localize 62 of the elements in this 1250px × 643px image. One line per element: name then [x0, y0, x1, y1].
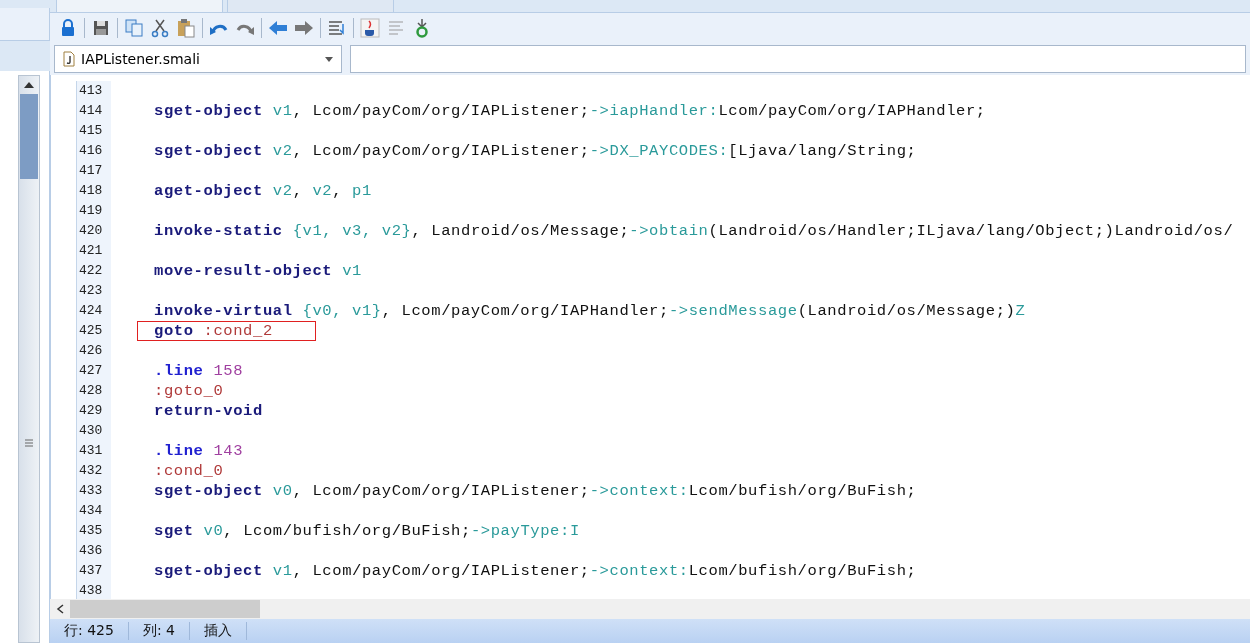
line-number: 419: [78, 202, 104, 220]
code-line: invoke-virtual {v0, v1}, Lcom/payCom/org/IAPHandler;->sendMessage(Landroid/os/Message;)Z: [154, 301, 1026, 321]
vertical-scrollbar[interactable]: [18, 75, 40, 643]
line-number: 433: [78, 482, 104, 500]
line-number: 436: [78, 542, 104, 560]
scrollbar-thumb[interactable]: [70, 600, 260, 618]
code-line: sget-object v0, Lcom/payCom/org/IAPListener;->context:Lcom/bufish/org/BuFish;: [154, 481, 917, 501]
forward-icon[interactable]: [294, 18, 314, 38]
line-number: 414: [78, 102, 104, 120]
line-number: 426: [78, 342, 104, 360]
grip-icon: [24, 439, 34, 447]
code-line: .line 158: [154, 361, 244, 381]
line-number: 415: [78, 122, 104, 140]
line-number: 435: [78, 522, 104, 540]
line-number: 424: [78, 302, 104, 320]
status-text: 插入: [189, 622, 247, 640]
save-icon[interactable]: [91, 18, 111, 38]
code-line: sget-object v1, Lcom/payCom/org/IAPListener;->iapHandler:Lcom/payCom/org/IAPHandler;: [154, 101, 986, 121]
line-number: 437: [78, 562, 104, 580]
line-number: 416: [78, 142, 104, 160]
code-line: sget v0, Lcom/bufish/org/BuFish;->payType:I: [154, 521, 580, 541]
line-number: 438: [78, 582, 104, 599]
line-number: 434: [78, 502, 104, 520]
line-number: 431: [78, 442, 104, 460]
code-line: return-void: [154, 401, 263, 421]
file-dropdown[interactable]: IAPListener.smali: [54, 45, 342, 73]
copy-icon[interactable]: [124, 18, 144, 38]
file-icon: [63, 51, 75, 67]
code-line: .line 143: [154, 441, 244, 461]
code-editor[interactable]: [50, 75, 1250, 599]
caret-icon: [325, 56, 333, 62]
format-icon[interactable]: [327, 18, 347, 38]
code-line: sget-object v1, Lcom/payCom/org/IAPListener;->context:Lcom/bufish/org/BuFish;: [154, 561, 917, 581]
line-number: 421: [78, 242, 104, 260]
line-number: 420: [78, 222, 104, 240]
line-number: 413: [78, 82, 104, 100]
line-number: 422: [78, 262, 104, 280]
status-text: 列: 4: [128, 622, 190, 640]
line-number: 418: [78, 182, 104, 200]
horizontal-scrollbar[interactable]: [50, 599, 1250, 619]
code-line: move-result-object v1: [154, 261, 362, 281]
scrollbar-thumb[interactable]: [20, 94, 38, 179]
line-number: 423: [78, 282, 104, 300]
status-text: 行: 425: [50, 622, 129, 640]
line-number: 417: [78, 162, 104, 180]
java-icon[interactable]: [360, 18, 380, 38]
cut-icon[interactable]: [150, 18, 170, 38]
code-line: invoke-static {v1, v3, v2}, Landroid/os/Message;->obtain(Landroid/os/Handler;ILjava/lang/Object;)Landroid/os/: [154, 221, 1234, 241]
paste-icon[interactable]: [176, 18, 196, 38]
code-line: :goto_0: [154, 381, 224, 401]
up-arrow-icon[interactable]: [23, 81, 35, 89]
line-number: 428: [78, 382, 104, 400]
member-dropdown[interactable]: [350, 45, 1246, 73]
line-number: 427: [78, 362, 104, 380]
line-number: 425: [78, 322, 104, 340]
line-number: 429: [78, 402, 104, 420]
code-line: :cond_0: [154, 461, 224, 481]
line-number: 430: [78, 422, 104, 440]
code-line: sget-object v2, Lcom/payCom/org/IAPListener;->DX_PAYCODES:[Ljava/lang/String;: [154, 141, 917, 161]
back-icon[interactable]: [268, 18, 288, 38]
line-number: 432: [78, 462, 104, 480]
code-line: aget-object v2, v2, p1: [154, 181, 372, 201]
